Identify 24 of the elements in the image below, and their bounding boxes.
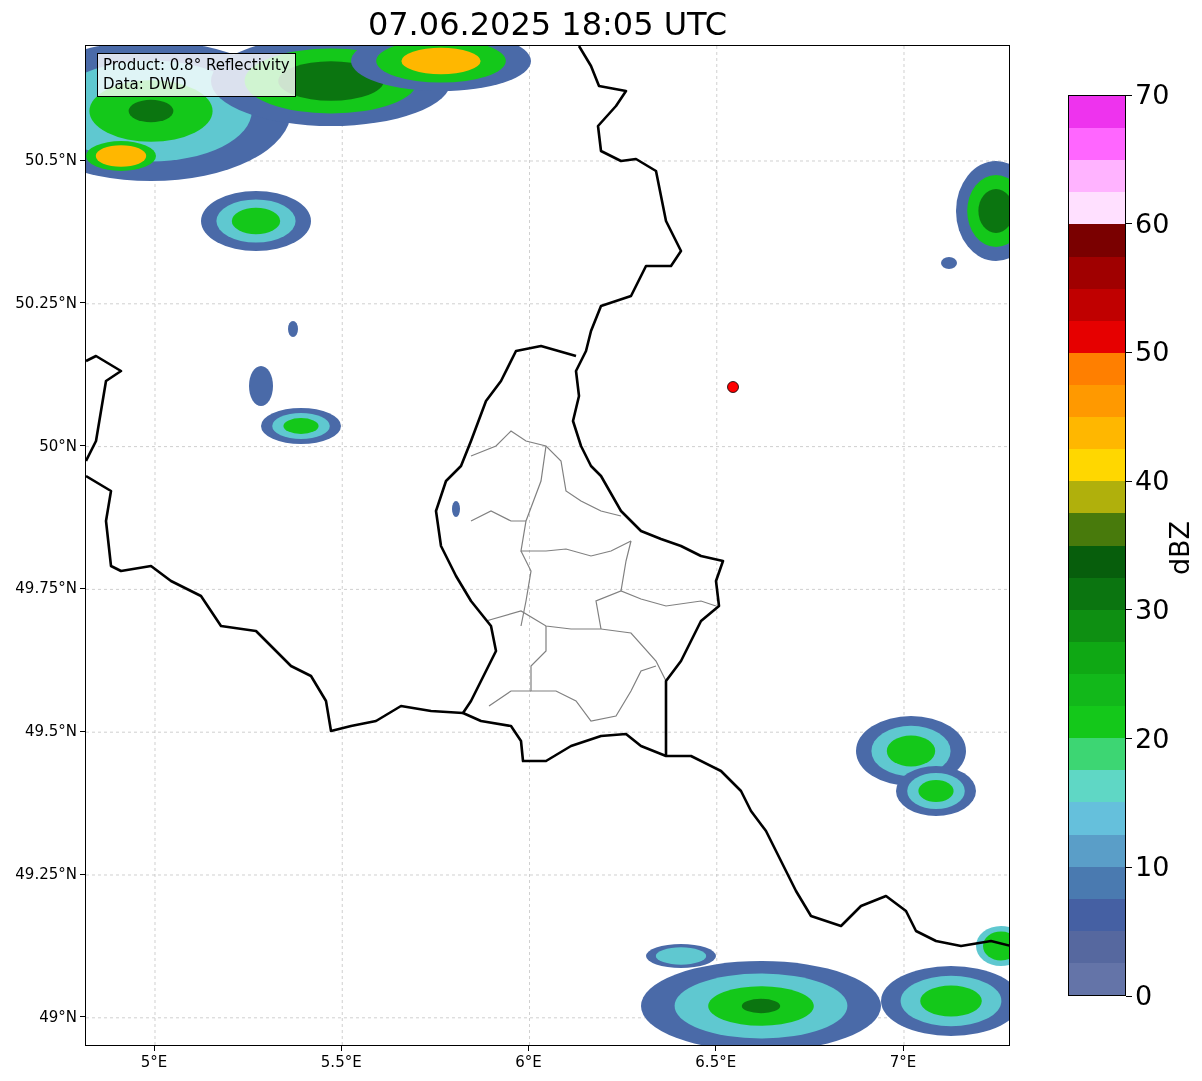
colorbar-tick-label: 30 [1135,594,1170,625]
x-tick-label: 6.5°E [694,1053,738,1071]
y-tick-label: 49.25°N [14,865,77,883]
info-box: Product: 0.8° Reflectivity Data: DWD [97,53,296,97]
y-tick-label: 50.5°N [23,151,77,169]
y-tick-label: 50°N [38,436,77,455]
colorbar-tick-label: 70 [1135,80,1170,110]
colorbar-tick-label: 20 [1135,723,1170,754]
x-tick-label: 6°E [514,1053,543,1071]
colorbar-label: dBZ [1164,519,1196,578]
y-tick-label: 49.5°N [23,722,77,741]
colorbar-tick-label: 0 [1135,981,1153,1011]
x-tick-label: 5.5°E [319,1053,363,1071]
colorbar-tick-label: 60 [1135,208,1170,239]
colorbar-tick-label: 50 [1135,337,1170,368]
y-tick-label: 49.75°N [14,579,77,598]
chart-title: 07.06.2025 18:05 UTC [366,4,729,44]
location-marker [727,381,739,393]
colorbar-tick-label: 40 [1135,466,1170,497]
x-tick-label: 5°E [139,1053,169,1071]
colorbar-tick-label: 10 [1135,852,1170,883]
y-tick-label: 49°N [38,1007,77,1026]
y-tick-label: 50.25°N [14,293,77,312]
x-tick-label: 7°E [888,1053,918,1071]
